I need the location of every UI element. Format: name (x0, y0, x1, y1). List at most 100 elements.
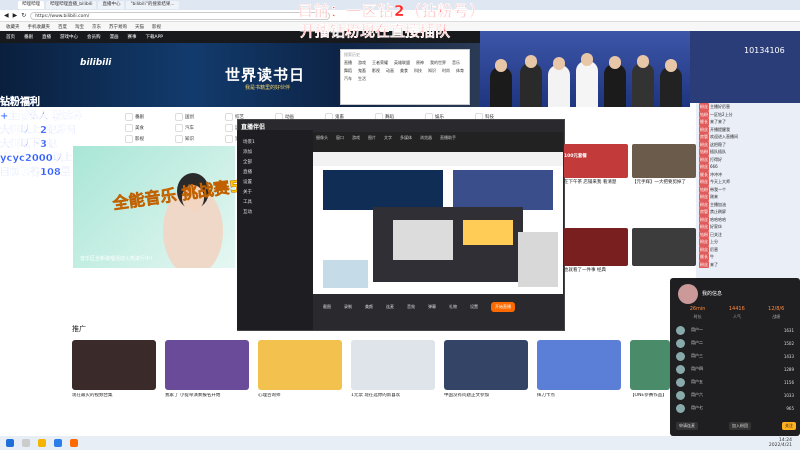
toolbar-item[interactable]: 浏览器 (420, 135, 432, 149)
leaderboard-row[interactable]: 用户二 1502 (676, 337, 794, 349)
toolbar-item[interactable]: 多媒体 (400, 135, 412, 149)
search-icon[interactable] (22, 439, 30, 447)
nav-item[interactable]: 番剧 (24, 34, 33, 40)
recommend-card[interactable] (630, 340, 670, 390)
follow-button[interactable]: 关注 (782, 422, 796, 430)
bookmark-item[interactable]: 手机收藏夹 (28, 24, 51, 30)
bookmark-item[interactable]: 苏宁易购 (109, 24, 127, 30)
search-history-item[interactable]: 影视 (372, 68, 380, 74)
recommend-title[interactable]: 【ONE参赛作品】 (630, 393, 670, 399)
video-thumb[interactable] (632, 228, 696, 266)
nav-item[interactable]: 赛事 (128, 34, 137, 40)
bottom-tool[interactable]: 礼物 (449, 304, 457, 310)
nav-item[interactable]: 下载APP (146, 34, 164, 40)
forward-icon[interactable]: ▶ (13, 12, 18, 19)
recommend-card[interactable] (537, 340, 621, 390)
back-icon[interactable]: ◀ (4, 12, 9, 19)
bookmark-item[interactable]: 收藏夹 (6, 24, 20, 30)
leaderboard-row[interactable]: 用户一 1631 (676, 324, 794, 336)
video-thumb[interactable] (564, 228, 628, 266)
recommend-card[interactable] (165, 340, 249, 390)
browser-icon[interactable] (54, 439, 62, 447)
live-app-icon[interactable] (70, 439, 78, 447)
bottom-tool[interactable]: 设置 (470, 304, 478, 310)
app-sidebar-item[interactable]: 关于 (237, 188, 313, 198)
toolbar-item[interactable]: 直播助手 (440, 135, 456, 149)
leaderboard-row[interactable]: 用户三 1433 (676, 350, 794, 362)
video-title[interactable]: 也就看了一件事 经典 (564, 268, 626, 274)
browser-tab[interactable]: 直播中心 (98, 1, 125, 9)
app-sidebar-item[interactable]: 全部 (237, 158, 313, 168)
toolbar-item[interactable]: 窗口 (336, 135, 344, 149)
search-history-item[interactable]: 游戏 (358, 60, 366, 66)
nav-item[interactable]: 会员购 (87, 34, 101, 40)
search-history-item[interactable]: 科技 (414, 68, 422, 74)
search-history-item[interactable]: 汽车 (344, 76, 352, 82)
search-history-item[interactable]: 我的世界 (430, 60, 446, 66)
bottom-tool[interactable]: 截图 (323, 304, 331, 310)
recommend-title[interactable]: 挥刀卡点 (537, 393, 623, 399)
search-history-item[interactable]: 直播 (344, 60, 352, 66)
toolbar-item[interactable]: 图片 (368, 135, 376, 149)
recommend-card[interactable] (351, 340, 435, 390)
bottom-tool[interactable]: 音效 (407, 304, 415, 310)
toolbar-item[interactable]: 文字 (384, 135, 392, 149)
apply-link-button[interactable]: 申请连麦 (676, 422, 698, 430)
category-item[interactable]: 番剧 (125, 113, 161, 121)
bilibili-logo[interactable]: bilibili (80, 58, 111, 68)
toolbar-item[interactable]: 游戏 (352, 135, 360, 149)
bookmark-item[interactable]: 天猫 (135, 24, 144, 30)
app-sidebar-item[interactable]: 互动 (237, 208, 313, 218)
recommend-card[interactable] (444, 340, 528, 390)
search-history-item[interactable]: 动画 (386, 68, 394, 74)
leaderboard-row[interactable]: 用户四 1289 (676, 363, 794, 375)
start-icon[interactable] (6, 439, 14, 447)
app-sidebar-item[interactable]: 场景1 (237, 138, 313, 148)
search-history-item[interactable]: 音乐 (452, 60, 460, 66)
start-live-button[interactable]: 开始直播 (491, 302, 515, 312)
category-item[interactable]: 汽车 (175, 124, 211, 132)
category-item[interactable]: 知识 (175, 135, 211, 143)
app-sidebar-item[interactable]: 设置 (237, 178, 313, 188)
app-sidebar-item[interactable]: 添加 (237, 148, 313, 158)
nav-item[interactable]: 漫画 (110, 34, 119, 40)
video-title[interactable]: 在下午茶 店铺来我 看清楚 (564, 180, 626, 186)
toolbar-item[interactable]: 摄像头 (316, 135, 328, 149)
recommend-title[interactable]: 中国没有问题正文参加 (444, 393, 530, 399)
video-thumb[interactable] (632, 144, 696, 178)
recommend-card[interactable] (258, 340, 342, 390)
bottom-tool[interactable]: 弹幕 (428, 304, 436, 310)
browser-tab[interactable]: "bilibili"的搜索结果... (126, 1, 179, 9)
video-title[interactable]: 【元手辉】一大把要剪掉了 (632, 180, 694, 186)
browser-tab[interactable]: 哔哩哔哩 (18, 1, 44, 9)
app-sidebar-item[interactable]: 工具 (237, 198, 313, 208)
category-item[interactable]: 国创 (175, 113, 211, 121)
recommend-title[interactable]: 心理咨询师 (258, 393, 344, 399)
refresh-icon[interactable]: ↻ (21, 12, 26, 19)
bookmark-item[interactable]: 百度 (58, 24, 67, 30)
video-thumb[interactable] (564, 144, 628, 178)
search-history-item[interactable]: 王者荣耀 (372, 60, 388, 66)
leaderboard-row[interactable]: 用户五 1156 (676, 376, 794, 388)
search-history-item[interactable]: 时尚 (442, 68, 450, 74)
leaderboard-row[interactable]: 用户六 1033 (676, 389, 794, 401)
search-history-item[interactable]: 知识 (428, 68, 436, 74)
app-sidebar-item[interactable]: 直播 (237, 168, 313, 178)
bookmark-item[interactable]: 淘宝 (75, 24, 84, 30)
category-item[interactable]: 影视 (125, 135, 161, 143)
category-item[interactable]: 美食 (125, 124, 161, 132)
folder-icon[interactable] (38, 439, 46, 447)
bookmark-item[interactable]: 影视 (152, 24, 161, 30)
search-history-item[interactable]: 原神 (416, 60, 424, 66)
nav-item[interactable]: 首页 (6, 34, 15, 40)
url-input[interactable]: https://www.bilibili.com/ (30, 11, 331, 20)
recommend-title[interactable]: 1元票 现在选你的新喜欢 (351, 393, 437, 399)
recommend-title[interactable]: 现在最火的视频合集 (72, 393, 158, 399)
nav-item[interactable]: 游戏中心 (60, 34, 78, 40)
search-history-item[interactable]: 体育 (456, 68, 464, 74)
bottom-tool[interactable]: 美颜 (365, 304, 373, 310)
search-history-item[interactable]: 英雄联盟 (394, 60, 410, 66)
recommend-card[interactable] (72, 340, 156, 390)
nav-item[interactable]: 直播 (42, 34, 51, 40)
recommend-title[interactable]: 我家了 小提琴演奏报名开始 (165, 393, 251, 399)
